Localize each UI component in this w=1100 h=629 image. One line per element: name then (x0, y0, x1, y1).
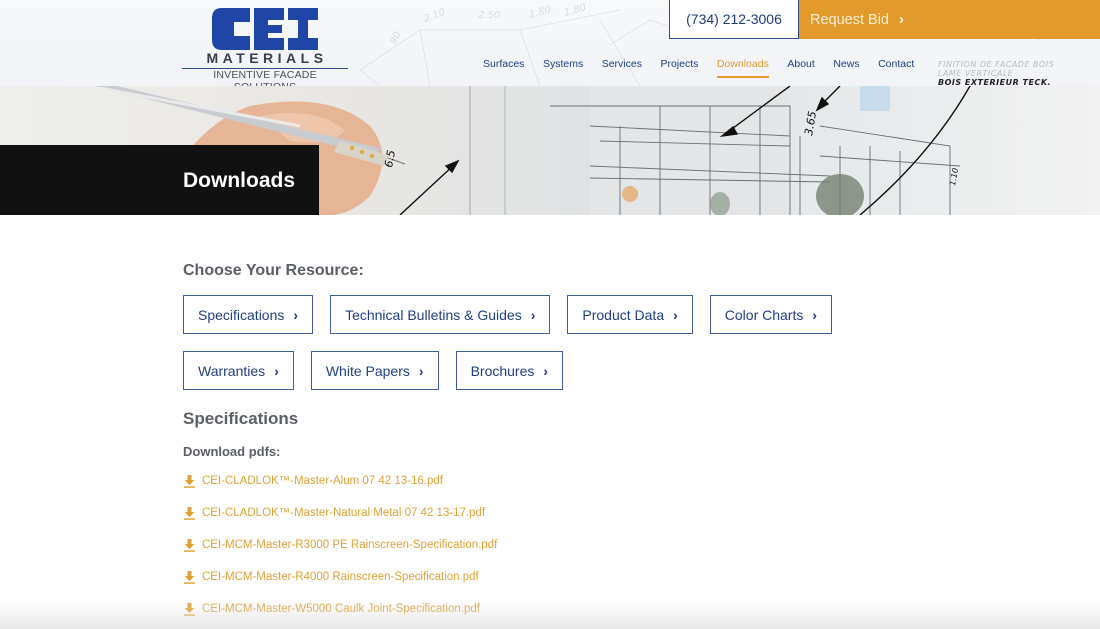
phone-button[interactable]: (734) 212-3006 (669, 0, 799, 39)
sketch-note: BOIS EXTERIEUR TECK. (938, 78, 1052, 86)
chevron-right-icon: › (418, 362, 424, 379)
file-list: CEI-CLADLOK™-Master-Alum 07 42 13-16.pdf… (183, 474, 983, 629)
chevron-right-icon: › (293, 306, 299, 323)
sketch-dim: 2.10 (422, 7, 447, 25)
file-name: CEI-MCM-Master-R3000 PE Rainscreen-Speci… (202, 539, 498, 551)
phone-number: (734) 212-3006 (686, 11, 782, 27)
download-icon (184, 539, 195, 552)
page-title: Downloads (183, 169, 296, 192)
sketch-note: LAME VERTICALE (938, 69, 1014, 78)
tree-shape (816, 174, 864, 215)
file-list-item: CEI-CLADLOK™-Master-Alum 07 42 13-16.pdf (183, 474, 983, 506)
file-download-link[interactable]: CEI-CLADLOK™-Master-Alum 07 42 13-16.pdf (183, 474, 443, 488)
section-heading: Specifications (183, 409, 299, 428)
download-icon (184, 571, 195, 584)
nav-item-systems[interactable]: Systems (543, 58, 583, 78)
logo-tagline: INVENTIVE FACADE SOLUTIONS (213, 69, 317, 86)
sketch-dim: 6.5 (382, 149, 398, 168)
chevron-right-icon: › (274, 362, 279, 379)
chevron-right-icon: › (543, 362, 549, 379)
page-title-block: Downloads (0, 145, 319, 215)
resource-button-label: Color Charts (724, 306, 804, 323)
main-nav: Surfaces Systems Services Projects Downl… (483, 58, 933, 78)
sky-patch (860, 86, 890, 111)
download-pdfs-label: Download pdfs: (183, 444, 281, 459)
site-header: 2.10 2.50 1.80 1.80 90 MATERIALS INVENTI… (0, 0, 1100, 86)
file-list-item: CEI-CLADLOK™-Master-Natural Metal 07 42 … (183, 506, 983, 538)
chevron-right-icon: › (530, 306, 536, 323)
file-download-link[interactable]: CEI-MCM-Master-R4000 Rainscreen-Specific… (183, 570, 479, 584)
request-bid-label: Request Bid (810, 11, 889, 28)
resource-buttons-row-2: Warranties › White Papers › Brochures › (183, 351, 983, 390)
cei-logo-mark (212, 8, 318, 50)
sketch-notes: FINITION DE FACADE BOIS LAME VERTICALE B… (938, 60, 1054, 86)
file-list-item: CEI-MCM-Master-R3000 PE Rainscreen-Speci… (183, 538, 983, 570)
lamp-glow (622, 186, 638, 202)
logo-materials-text: MATERIALS (206, 50, 328, 66)
nav-item-contact[interactable]: Contact (878, 58, 914, 78)
resource-button-label: White Papers (325, 362, 410, 379)
file-list-item: CEI-MCM-Master-W5000 Caulk Joint-Specifi… (183, 602, 983, 629)
file-download-link[interactable]: CEI-MCM-Master-W5000 Caulk Joint-Specifi… (183, 602, 480, 616)
resource-button-color-charts[interactable]: Color Charts › (709, 295, 833, 334)
file-name: CEI-CLADLOK™-Master-Natural Metal 07 42 … (202, 507, 486, 519)
nav-item-news[interactable]: News (833, 58, 859, 78)
file-download-link[interactable]: CEI-MCM-Master-R3000 PE Rainscreen-Speci… (183, 538, 497, 552)
resource-button-specifications[interactable]: Specifications › (183, 295, 314, 334)
sketch-dim: 1.80 (528, 5, 552, 21)
sketch-dim: 2.50 (478, 10, 500, 21)
resource-button-white-papers[interactable]: White Papers › (310, 351, 439, 390)
resource-button-warranties[interactable]: Warranties › (183, 351, 294, 390)
resource-button-label: Brochures (470, 362, 535, 379)
resource-buttons-row-1: Specifications › Technical Bulletins & G… (183, 295, 983, 334)
nav-item-services[interactable]: Services (602, 58, 642, 78)
resource-button-label: Specifications (198, 306, 285, 323)
file-name: CEI-CLADLOK™-Master-Alum 07 42 13-16.pdf (202, 475, 443, 487)
chevron-right-icon: › (812, 306, 818, 323)
resource-button-product-data[interactable]: Product Data › (567, 295, 693, 334)
plant-shape (710, 192, 730, 215)
nav-item-projects[interactable]: Projects (660, 58, 698, 78)
main-content: Choose Your Resource: Specifications › T… (183, 262, 983, 629)
resource-button-label: Technical Bulletins & Guides (345, 306, 522, 323)
sketch-dim: 90 (388, 30, 404, 47)
request-bid-button[interactable]: Request Bid › (799, 0, 1100, 39)
choose-resource-label: Choose Your Resource: (183, 262, 364, 279)
hero-banner: 6.5 3.65 1.10 Downloads (0, 86, 1100, 215)
nav-item-downloads[interactable]: Downloads (716, 58, 769, 78)
chevron-right-icon: › (673, 306, 678, 323)
file-name: CEI-MCM-Master-W5000 Caulk Joint-Specifi… (202, 603, 481, 615)
sketch-note: FINITION DE FACADE BOIS (938, 60, 1055, 69)
file-list-item: CEI-MCM-Master-R4000 Rainscreen-Specific… (183, 570, 983, 602)
sketch-dim: 1.80 (563, 3, 587, 19)
nav-item-surfaces[interactable]: Surfaces (483, 58, 524, 78)
resource-button-label: Warranties (198, 362, 266, 379)
file-name: CEI-MCM-Master-R4000 Rainscreen-Specific… (202, 571, 479, 583)
cei-materials-logo[interactable]: MATERIALS INVENTIVE FACADE SOLUTIONS (182, 8, 350, 86)
resource-button-technical-bulletins[interactable]: Technical Bulletins & Guides › (330, 295, 551, 334)
resource-button-label: Product Data (582, 306, 665, 323)
download-icon (184, 475, 195, 488)
chevron-right-icon: › (899, 11, 904, 28)
resource-button-brochures[interactable]: Brochures › (455, 351, 564, 390)
download-icon (184, 603, 195, 616)
file-download-link[interactable]: CEI-CLADLOK™-Master-Natural Metal 07 42 … (183, 506, 485, 520)
nav-item-about[interactable]: About (787, 58, 814, 78)
download-icon (184, 507, 195, 520)
sketch-dim: 1.10 (948, 167, 960, 186)
sketch-dim: 3.65 (802, 110, 819, 136)
